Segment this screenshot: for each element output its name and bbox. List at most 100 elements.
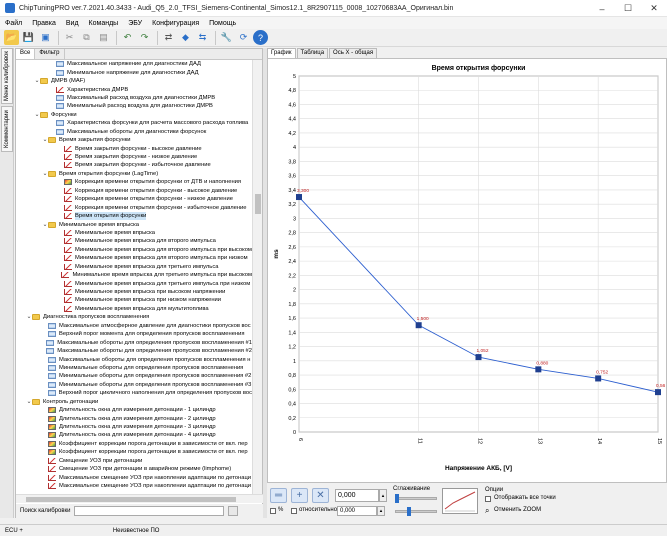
- show-all-points-checkbox[interactable]: [485, 496, 491, 502]
- tree-item[interactable]: Коэффициент коррекции порога детонации в…: [16, 448, 252, 456]
- tree-folder[interactable]: ⌄ Время открытия форсунки (LagTime): [16, 170, 252, 178]
- smoothing-slider-2[interactable]: [395, 510, 437, 513]
- tree-item[interactable]: Время закрытия форсунки - избыточное дав…: [16, 161, 252, 169]
- menu-ecu[interactable]: ЭБУ: [123, 20, 147, 27]
- tree-item[interactable]: Минимальное напряжение для диагностики Д…: [16, 68, 252, 76]
- save-as-icon[interactable]: ▣: [38, 30, 53, 45]
- minimize-button[interactable]: –: [589, 0, 615, 17]
- tree-item[interactable]: Длительность окна для измерения детонаци…: [16, 431, 252, 439]
- tree-folder[interactable]: ⌄ Диагностика пропусков воспламенения: [16, 313, 252, 321]
- tree-item[interactable]: Коэффициент коррекции порога детонации в…: [16, 440, 252, 448]
- relative-value-spinner[interactable]: ▴: [377, 506, 385, 516]
- smoothing-slider[interactable]: [395, 497, 437, 500]
- scrollbar-thumb[interactable]: [26, 497, 236, 502]
- tree-folder[interactable]: ⌄ Время закрытия форсунки: [16, 136, 252, 144]
- scrollbar-thumb[interactable]: [255, 194, 261, 214]
- tree-horizontal-scrollbar[interactable]: [16, 494, 264, 503]
- tree-item[interactable]: Максимальное смещение УОЗ при накоплении…: [16, 482, 252, 490]
- tree-item[interactable]: Максимальные обороты для диагностики фор…: [16, 128, 252, 136]
- relative-checkbox[interactable]: [291, 508, 297, 514]
- tree-item[interactable]: Минимальное время впрыска при низком нап…: [16, 296, 252, 304]
- update-icon[interactable]: ⟳: [236, 30, 251, 45]
- menu-configuration[interactable]: Конфигурация: [147, 20, 204, 27]
- tree-item[interactable]: Минимальный расход воздуха для диагности…: [16, 102, 252, 110]
- relative-value-input[interactable]: 0,000: [337, 506, 377, 516]
- save-icon[interactable]: 💾: [21, 30, 36, 45]
- tree-item[interactable]: Максимальные обороты для определения про…: [16, 338, 252, 346]
- tree-item[interactable]: Минимальное время впрыска для мультитопл…: [16, 305, 252, 313]
- tree-item[interactable]: Коррекция времени открытия форсунки от Д…: [16, 178, 252, 186]
- menu-edit[interactable]: Правка: [27, 20, 61, 27]
- tree-item[interactable]: Длительность окна для измерения детонаци…: [16, 414, 252, 422]
- menu-help[interactable]: Помощь: [204, 20, 241, 27]
- tree-item[interactable]: Минимальное время впрыска: [16, 229, 252, 237]
- tab-comments[interactable]: Комментарии: [1, 106, 13, 152]
- tree-item[interactable]: Коррекция времени открытия форсунки - ни…: [16, 195, 252, 203]
- menu-view[interactable]: Вид: [61, 20, 84, 27]
- tree-item[interactable]: Минимальное время впрыска для третьего и…: [16, 271, 252, 279]
- search-clear-icon[interactable]: [227, 506, 238, 516]
- navigator-icon[interactable]: ◆: [178, 30, 193, 45]
- value-spinner[interactable]: ▴: [379, 489, 387, 502]
- tree-item[interactable]: Верхний порог цикличного наполнения для …: [16, 389, 252, 397]
- tree-item[interactable]: Минимальное время впрыска при высоком на…: [16, 288, 252, 296]
- tree-item[interactable]: Максимальные обороты для определения про…: [16, 355, 252, 363]
- decrease-icon[interactable]: ═: [270, 488, 287, 503]
- tree-item[interactable]: Минимальное время впрыска для третьего и…: [16, 279, 252, 287]
- tree-folder[interactable]: ⌄ Форсунки: [16, 111, 252, 119]
- tree-item[interactable]: Характеристика ДМРВ: [16, 85, 252, 93]
- tree-item[interactable]: Минимальное время впрыска для второго им…: [16, 254, 252, 262]
- cut-icon[interactable]: ✂: [62, 30, 77, 45]
- redo-icon[interactable]: ↷: [137, 30, 152, 45]
- tree-item[interactable]: Минимальное время впрыска для второго им…: [16, 237, 252, 245]
- tree-item[interactable]: Верхний порог момента для определения пр…: [16, 330, 252, 338]
- tree-folder[interactable]: ⌄ Минимальное время впрыска: [16, 220, 252, 228]
- tree-item[interactable]: Время открытия форсунки: [16, 212, 252, 221]
- tree-folder[interactable]: ⌄ ДМРВ (MAF): [16, 77, 252, 85]
- menu-commands[interactable]: Команды: [84, 20, 124, 27]
- tab-filter[interactable]: Фильтр: [35, 49, 65, 59]
- search-input[interactable]: [73, 506, 224, 516]
- tree-folder[interactable]: ⌄ Контроль детонации: [16, 398, 252, 406]
- tree-item[interactable]: Время закрытия форсунки - высокое давлен…: [16, 144, 252, 152]
- zoom-icon[interactable]: ⌕: [485, 506, 489, 516]
- help-icon[interactable]: ?: [253, 30, 268, 45]
- tree-item[interactable]: Максимальное атмосферное давление для ди…: [16, 322, 252, 330]
- add-icon[interactable]: +: [291, 488, 308, 503]
- tree-item[interactable]: Характеристика форсунки для расчета масс…: [16, 119, 252, 127]
- percent-checkbox[interactable]: [270, 508, 276, 514]
- tree-item[interactable]: Минимальное время впрыска для третьего и…: [16, 263, 252, 271]
- open-folder-icon[interactable]: 📂: [4, 30, 19, 45]
- cancel-zoom-button[interactable]: Отменить ZOOM: [494, 507, 541, 513]
- compare-icon[interactable]: ⇆: [195, 30, 210, 45]
- copy-icon[interactable]: ⧉: [79, 30, 94, 45]
- value-input[interactable]: 0,000: [335, 489, 379, 502]
- tools-icon[interactable]: 🔧: [219, 30, 234, 45]
- tab-calibration-menu[interactable]: Меню калибровок: [1, 48, 13, 104]
- maximize-button[interactable]: ☐: [615, 0, 641, 17]
- tree-item[interactable]: Коррекция времени открытия форсунки - вы…: [16, 187, 252, 195]
- tree-item[interactable]: Время закрытия форсунки - низкое давлени…: [16, 153, 252, 161]
- tree-item[interactable]: Смещение УОЗ при детонации: [16, 457, 252, 465]
- tree-item[interactable]: Максимальное смещение УОЗ при накоплении…: [16, 473, 252, 481]
- menu-file[interactable]: Файл: [0, 20, 27, 27]
- tree-item[interactable]: Максимальное напряжение для диагностики …: [16, 60, 252, 68]
- tree-item[interactable]: Длительность окна для измерения детонаци…: [16, 423, 252, 431]
- multiply-icon[interactable]: ✕: [312, 488, 329, 503]
- tree-item[interactable]: Коррекция времени открытия форсунки - из…: [16, 203, 252, 211]
- line-chart[interactable]: Время открытия форсунки 0 0,2 0,4 0,6 0,8 1 1,2…: [268, 59, 666, 482]
- paste-icon[interactable]: ▤: [96, 30, 111, 45]
- tree-item[interactable]: Минимальные обороты для определения проп…: [16, 364, 252, 372]
- smoothing-slider-2-thumb[interactable]: [407, 507, 411, 516]
- tree-vertical-scrollbar[interactable]: [252, 60, 262, 494]
- ecu-connect-icon[interactable]: ⇄: [161, 30, 176, 45]
- tree-item[interactable]: Максимальный расход воздуха для диагност…: [16, 94, 252, 102]
- tree-item[interactable]: Минимальное время впрыска для второго им…: [16, 246, 252, 254]
- tree-item[interactable]: Длительность окна для измерения детонаци…: [16, 406, 252, 414]
- close-button[interactable]: ✕: [641, 0, 667, 17]
- tree-item[interactable]: Максимальные обороты для определения про…: [16, 347, 252, 355]
- tree-item[interactable]: Минимальные обороты для определения проп…: [16, 372, 252, 380]
- tree-item[interactable]: Смещение УОЗ при детонации в аварийном р…: [16, 465, 252, 473]
- smoothing-slider-thumb[interactable]: [395, 494, 399, 503]
- undo-icon[interactable]: ↶: [120, 30, 135, 45]
